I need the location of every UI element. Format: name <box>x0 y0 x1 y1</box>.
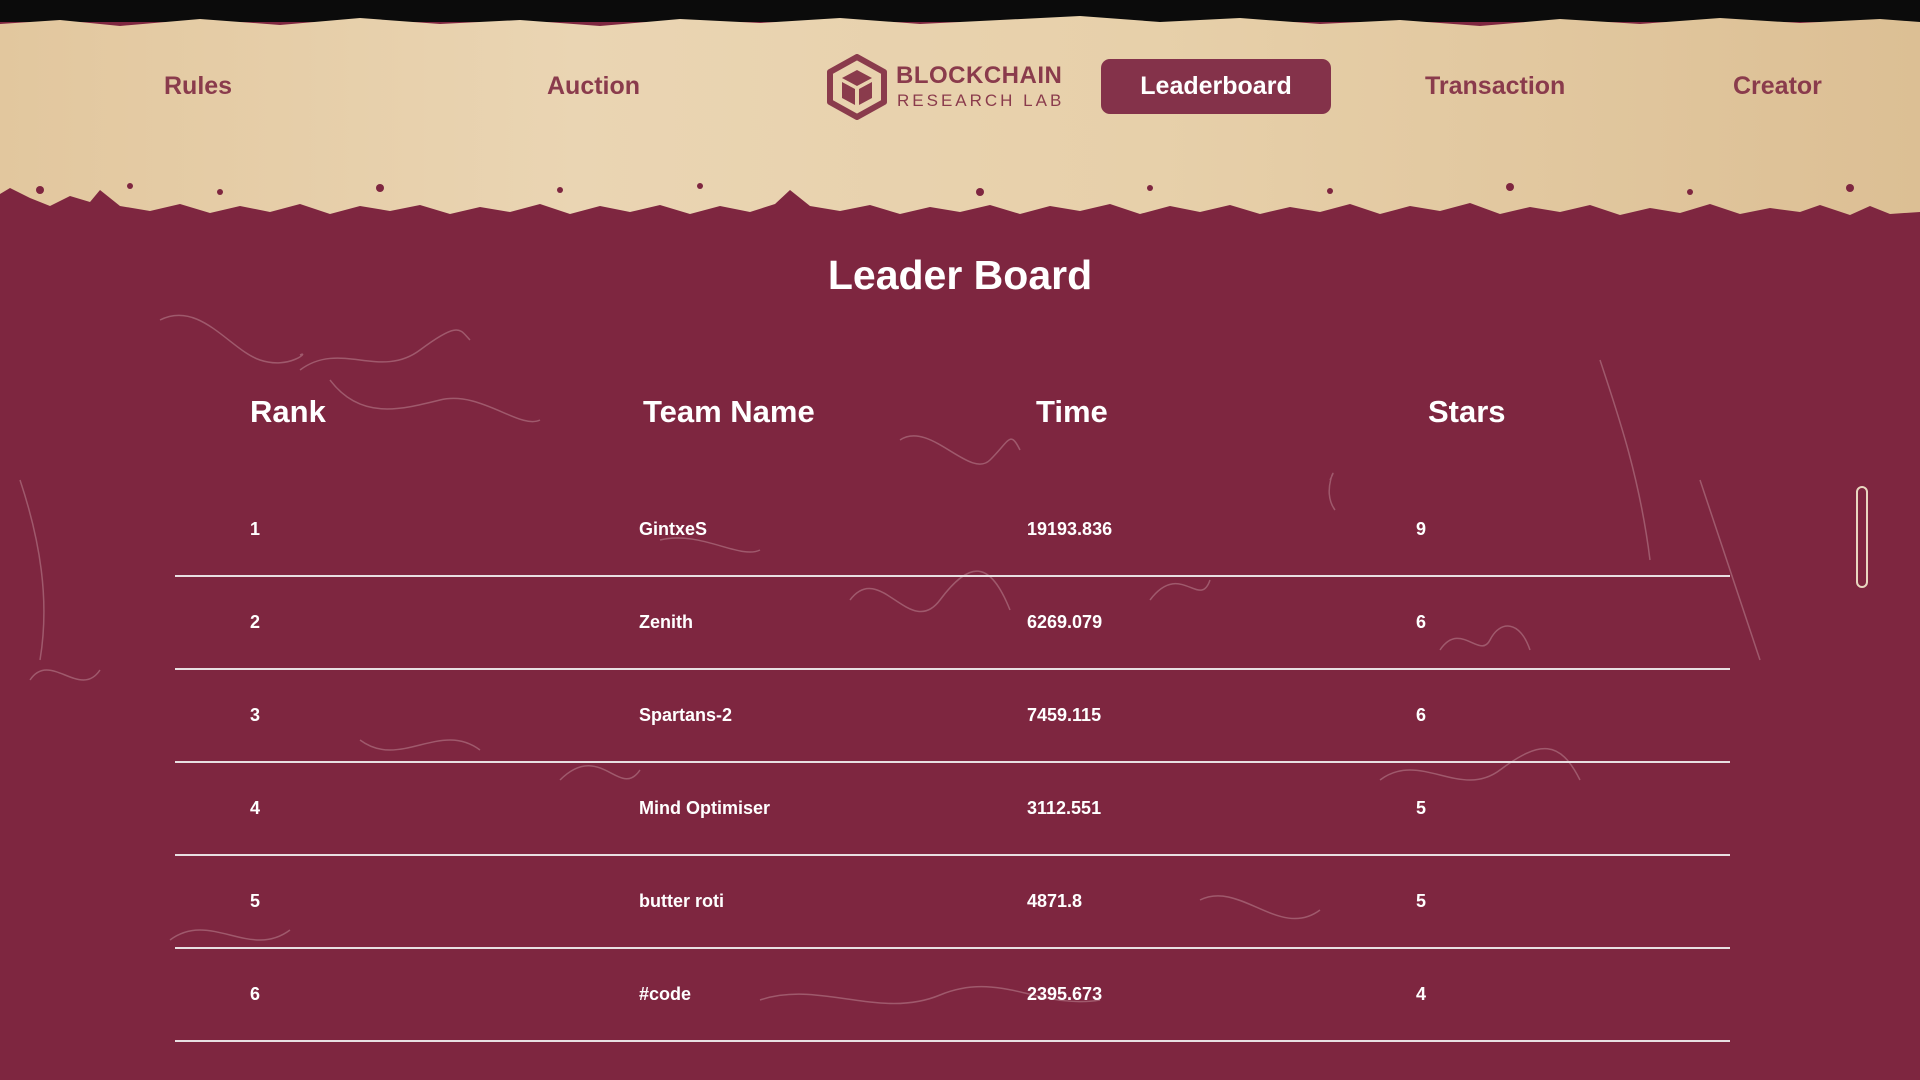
column-header-stars: Stars <box>1428 394 1506 429</box>
time-cell: 7459.115 <box>1027 705 1102 725</box>
rank-cell: 6 <box>250 984 261 1004</box>
nav-rules[interactable]: Rules <box>164 62 232 110</box>
table-row: 6 #code 2395.673 4 <box>175 949 1730 1042</box>
time-cell: 2395.673 <box>1027 984 1103 1004</box>
rank-cell: 2 <box>250 612 261 632</box>
rank-cell: 3 <box>250 705 261 725</box>
column-header-rank: Rank <box>250 394 326 429</box>
time-cell: 6269.079 <box>1027 612 1103 632</box>
stars-cell: 6 <box>1416 612 1427 632</box>
table-row: 5 butter roti 4871.8 5 <box>175 856 1730 949</box>
stars-cell: 5 <box>1416 891 1427 911</box>
time-cell: 3112.551 <box>1027 798 1102 818</box>
table-row: 4 Mind Optimiser 3112.551 5 <box>175 763 1730 856</box>
team-name-cell: #code <box>639 984 692 1004</box>
cube-icon <box>827 54 887 120</box>
scrollbar-thumb[interactable] <box>1856 486 1868 588</box>
page-title: Leader Board <box>827 252 1093 298</box>
team-name-cell: Mind Optimiser <box>639 798 771 818</box>
column-header-time: Time <box>1036 394 1108 429</box>
nav-creator[interactable]: Creator <box>1733 62 1822 110</box>
nav-auction[interactable]: Auction <box>547 62 640 110</box>
time-cell: 4871.8 <box>1027 891 1083 911</box>
leaderboard-table: 1 GintxeS 19193.836 9 2 Zenith 6269.079 … <box>175 484 1730 1042</box>
time-cell: 19193.836 <box>1027 519 1113 539</box>
stars-cell: 4 <box>1416 984 1427 1004</box>
rank-cell: 4 <box>250 798 261 818</box>
table-row: 1 GintxeS 19193.836 9 <box>175 484 1730 577</box>
rank-cell: 5 <box>250 891 261 911</box>
logo-subtitle: RESEARCH LAB <box>897 91 1065 110</box>
nav-transaction[interactable]: Transaction <box>1425 62 1565 110</box>
logo[interactable]: BLOCKCHAIN RESEARCH LAB <box>826 52 1062 122</box>
team-name-cell: Spartans-2 <box>639 705 733 725</box>
table-row: 3 Spartans-2 7459.115 6 <box>175 670 1730 763</box>
page: Rules Auction BLOCKCHAIN RESEARCH LAB Le… <box>0 0 1920 1080</box>
nav-leaderboard[interactable]: Leaderboard <box>1101 59 1331 114</box>
table-row: 2 Zenith 6269.079 6 <box>175 577 1730 670</box>
logo-title: BLOCKCHAIN <box>896 62 1063 89</box>
stars-cell: 5 <box>1416 798 1427 818</box>
team-name-cell: butter roti <box>639 891 724 911</box>
column-header-team-name: Team Name <box>643 394 815 429</box>
stars-cell: 6 <box>1416 705 1427 725</box>
team-name-cell: GintxeS <box>639 519 708 539</box>
rank-cell: 1 <box>250 519 261 539</box>
stars-cell: 9 <box>1416 519 1427 539</box>
team-name-cell: Zenith <box>639 612 693 632</box>
